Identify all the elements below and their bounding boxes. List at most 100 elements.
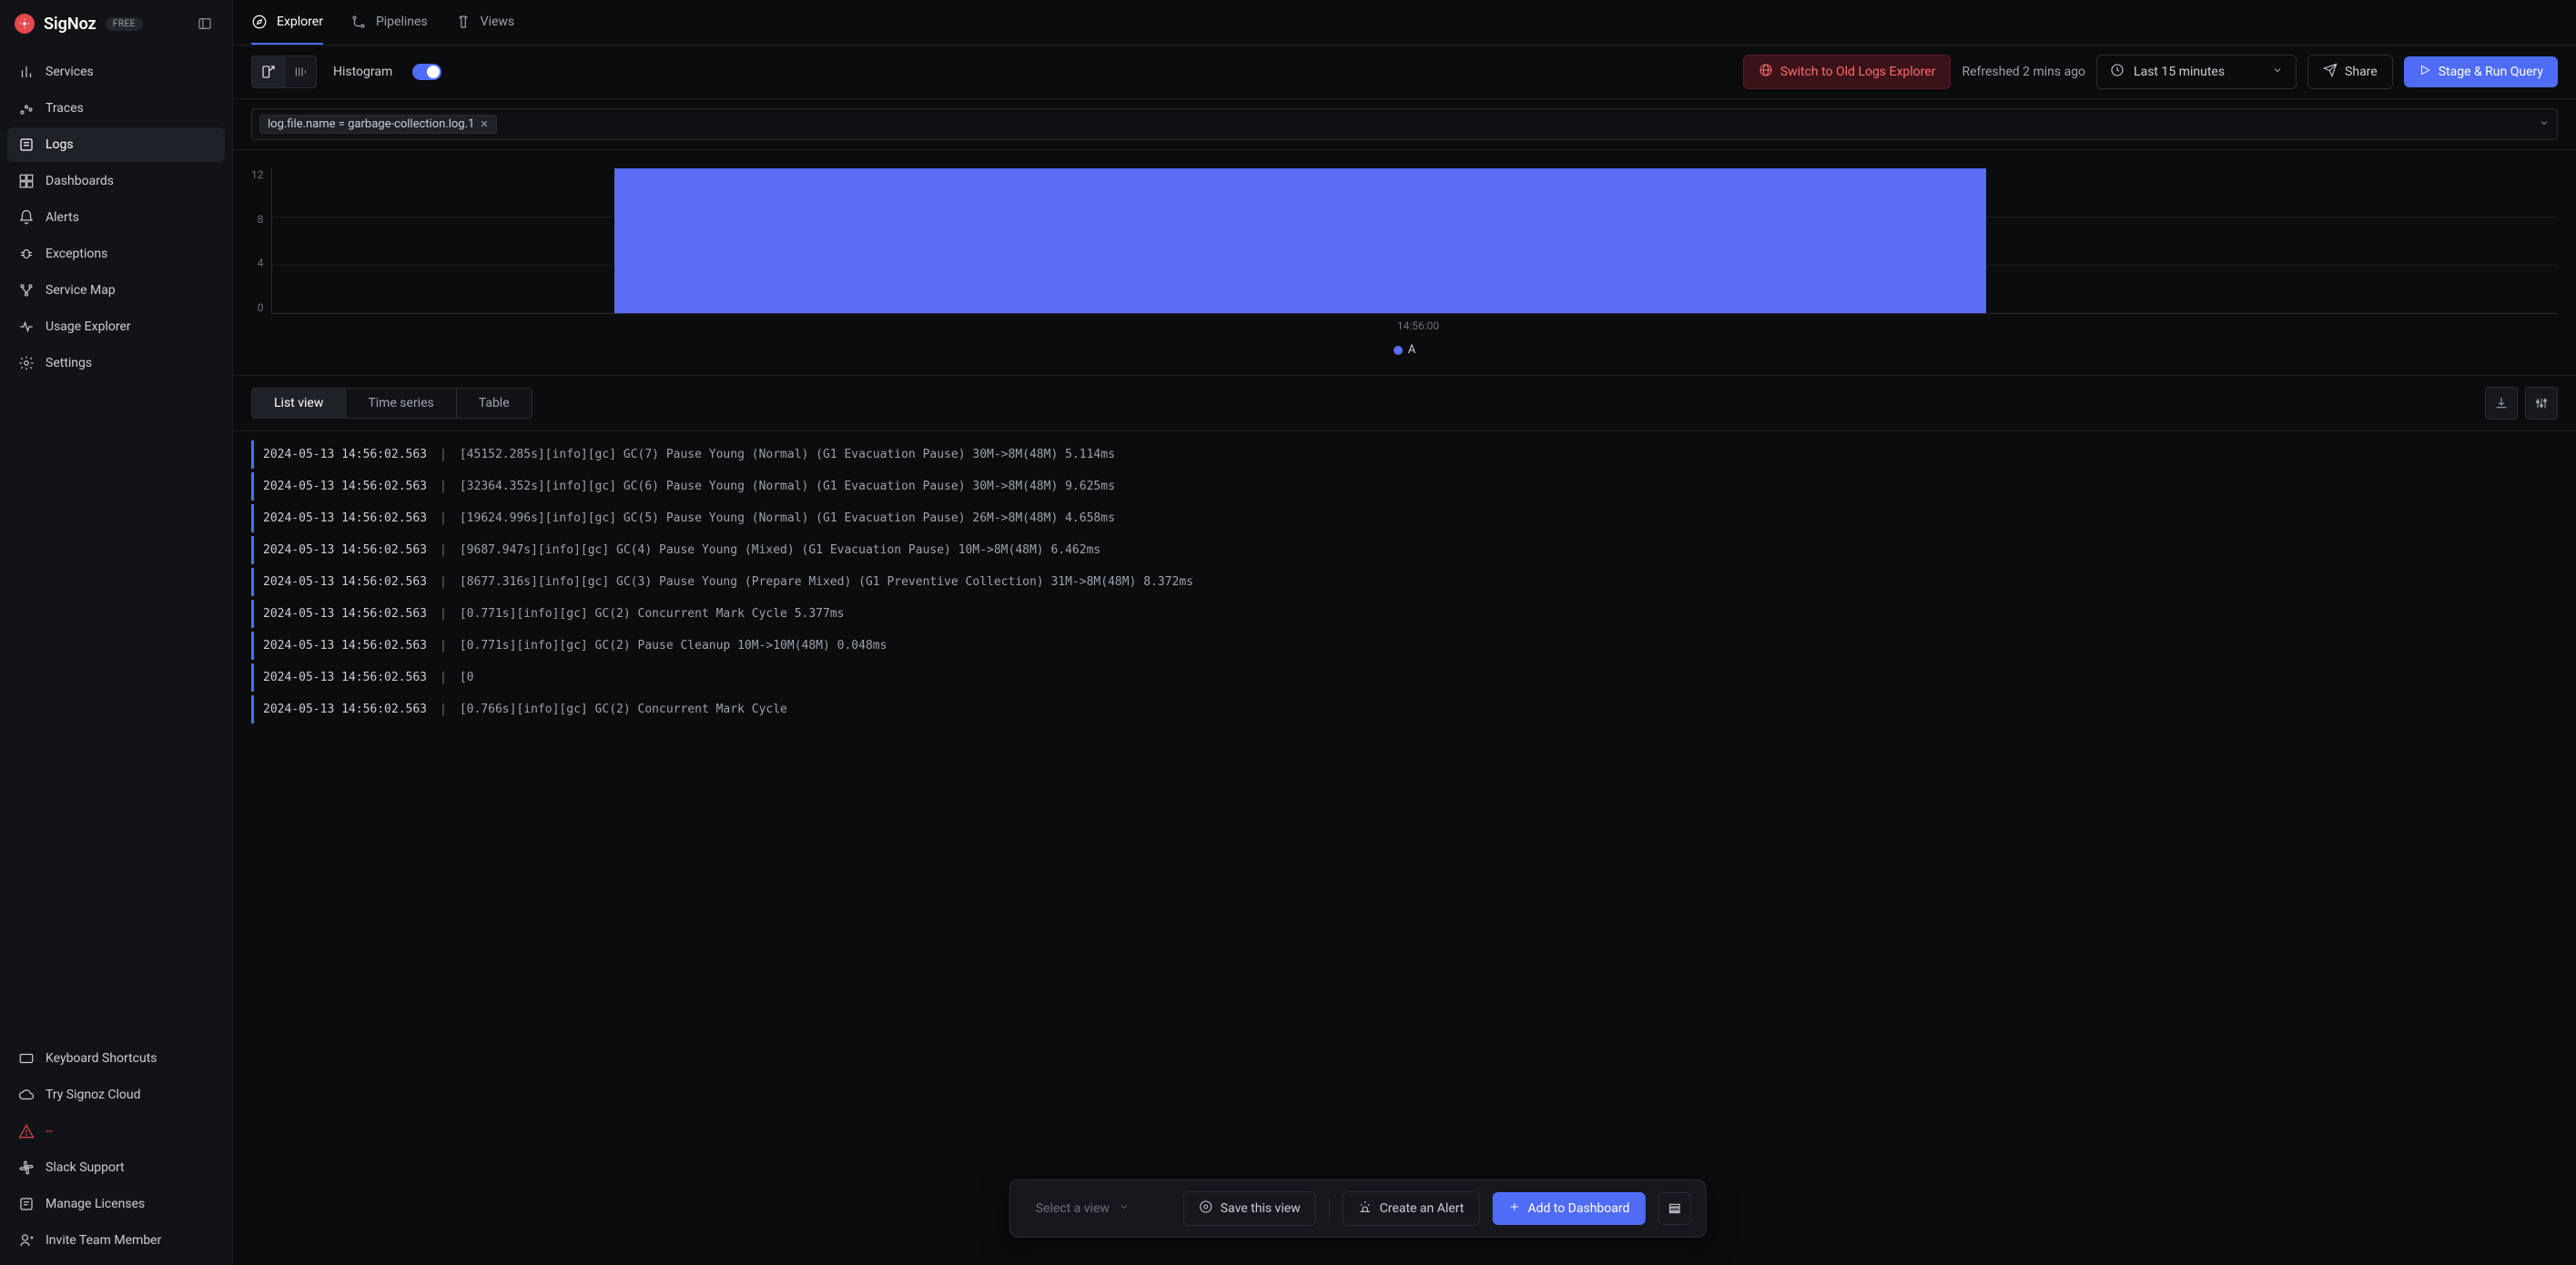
switch-old-explorer-button[interactable]: Switch to Old Logs Explorer: [1743, 55, 1952, 89]
sidebar-item-label: Manage Licenses: [46, 1197, 145, 1211]
sidebar-item-try-cloud[interactable]: Try Signoz Cloud: [7, 1078, 225, 1112]
sidebar-item-invite-team[interactable]: Invite Team Member: [7, 1223, 225, 1258]
time-range-picker[interactable]: Last 15 minutes: [2096, 55, 2297, 89]
tab-explorer[interactable]: Explorer: [251, 0, 323, 45]
sidebar-item-keyboard-shortcuts[interactable]: Keyboard Shortcuts: [7, 1041, 225, 1076]
log-body: [0.766s][info][gc] GC(2) Concurrent Mark…: [460, 703, 787, 716]
sidebar-item-slack-support[interactable]: Slack Support: [7, 1150, 225, 1185]
alert-icon: [1358, 1199, 1373, 1218]
log-row[interactable]: 2024-05-13 14:56:02.563|[45152.285s][inf…: [251, 440, 2558, 469]
tower-icon: [455, 14, 472, 30]
query-builder-button[interactable]: [251, 56, 284, 88]
log-row[interactable]: 2024-05-13 14:56:02.563|[32364.352s][inf…: [251, 472, 2558, 501]
log-row[interactable]: 2024-05-13 14:56:02.563|[8677.316s][info…: [251, 568, 2558, 596]
chart-bar[interactable]: [614, 168, 1986, 313]
log-body: [8677.316s][info][gc] GC(3) Pause Young …: [460, 575, 1193, 589]
log-list[interactable]: 2024-05-13 14:56:02.563 | [45152.285s][inf…: [233, 431, 2576, 1265]
download-button[interactable]: [2485, 387, 2518, 420]
log-row[interactable]: 2024-05-13 14:56:02.563|[9687.947s][info…: [251, 536, 2558, 564]
log-body: [0: [460, 671, 474, 684]
log-separator: |: [440, 703, 447, 716]
sidebar-item-label: Keyboard Shortcuts: [46, 1051, 157, 1066]
sidebar-item-logs[interactable]: Logs: [7, 127, 225, 162]
sidebar-collapse-button[interactable]: [192, 11, 218, 36]
sidebar-item-services[interactable]: Services: [7, 55, 225, 89]
histogram-chart: 12 8 4 0 14:56:00 A: [233, 150, 2576, 376]
log-row[interactable]: 2024-05-13 14:56:02.563 | [0.766s][info][g…: [251, 695, 2558, 724]
toolbar: Histogram Switch to Old Logs Explorer Re…: [233, 46, 2576, 99]
log-timestamp: 2024-05-13 14:56:02.563: [263, 671, 427, 684]
view-select-placeholder: Select a view: [1036, 1201, 1110, 1216]
log-row[interactable]: 2024-05-13 14:56:02.563|[0.771s][info][g…: [251, 632, 2558, 660]
sidebar-item-label: Invite Team Member: [46, 1233, 161, 1248]
sidebar-item-label: Services: [46, 65, 94, 79]
filter-row: log.file.name = garbage-collection.log.1…: [233, 99, 2576, 150]
clock-icon: [2110, 63, 2125, 81]
clickhouse-button[interactable]: [284, 56, 317, 88]
tab-pipelines[interactable]: Pipelines: [350, 0, 428, 45]
chevron-down-icon: [1119, 1201, 1130, 1216]
create-alert-button[interactable]: Create an Alert: [1343, 1191, 1480, 1226]
columns-button[interactable]: [2525, 387, 2558, 420]
log-separator: |: [440, 671, 447, 684]
log-row[interactable]: 2024-05-13 14:56:02.563 | [0: [251, 663, 2558, 692]
log-body: [45152.285s][info][gc] GC(7) Pause Young…: [460, 448, 1115, 461]
chart-legend: A: [251, 343, 2558, 357]
save-view-button[interactable]: Save this view: [1183, 1191, 1316, 1226]
globe-icon: [1759, 63, 1773, 81]
log-separator: |: [440, 607, 447, 621]
sidebar-item-label: Traces: [46, 101, 84, 116]
view-mode-segmented: List view Time series Table: [251, 388, 532, 419]
add-to-dashboard-button[interactable]: Add to Dashboard: [1492, 1192, 1645, 1225]
filter-input[interactable]: log.file.name = garbage-collection.log.1…: [251, 108, 2558, 140]
log-timestamp: 2024-05-13 14:56:02.563: [263, 480, 427, 493]
sidebar-item-alerts[interactable]: Alerts: [7, 200, 225, 235]
format-options-button[interactable]: [1658, 1192, 1690, 1225]
sidebar-item-dashboards[interactable]: Dashboards: [7, 164, 225, 198]
sidebar-item-label: --: [46, 1124, 53, 1138]
sidebar-item-traces[interactable]: Traces: [7, 91, 225, 126]
view-mode-table[interactable]: Table: [457, 389, 532, 418]
log-body: [19624.996s][info][gc] GC(5) Pause Young…: [460, 511, 1115, 525]
run-query-label: Stage & Run Query: [2439, 65, 2543, 79]
sidebar-item-service-map[interactable]: Service Map: [7, 273, 225, 308]
log-body: [9687.947s][info][gc] GC(4) Pause Young …: [460, 543, 1100, 557]
visualization-label: Histogram: [333, 65, 392, 79]
sidebar-item-warning[interactable]: --: [7, 1114, 225, 1149]
view-mode-timeseries[interactable]: Time series: [346, 389, 456, 418]
chart-x-axis-label: 14:56:00: [279, 319, 2558, 332]
log-row[interactable]: 2024-05-13 14:56:02.563 | [0.771s][info][g…: [251, 600, 2558, 628]
bug-icon: [18, 246, 35, 262]
view-mode-list[interactable]: List view: [252, 389, 346, 418]
y-tick: 12: [251, 168, 264, 181]
chevron-down-icon[interactable]: [2539, 117, 2550, 132]
chart-plot-area[interactable]: [271, 168, 2559, 314]
sidebar-item-usage-explorer[interactable]: Usage Explorer: [7, 309, 225, 344]
sidebar-bottom-nav: Keyboard Shortcuts Try Signoz Cloud -- S…: [0, 1034, 232, 1265]
filter-chip-text: log.file.name = garbage-collection.log.1: [268, 117, 474, 131]
sidebar-item-label: Settings: [46, 356, 92, 370]
histogram-toggle[interactable]: [412, 64, 441, 80]
run-query-button[interactable]: Stage & Run Query: [2404, 56, 2558, 87]
log-body: [32364.352s][info][gc] GC(6) Pause Young…: [460, 480, 1115, 493]
switch-label: Switch to Old Logs Explorer: [1780, 65, 1936, 79]
tab-views[interactable]: Views: [455, 0, 515, 45]
sidebar-item-settings[interactable]: Settings: [7, 346, 225, 380]
log-timestamp: 2024-05-13 14:56:02.563: [263, 703, 427, 716]
log-row[interactable]: 2024-05-13 14:56:02.563|[19624.996s][inf…: [251, 504, 2558, 532]
share-button[interactable]: Share: [2307, 55, 2393, 89]
sidebar-header: SigNoz FREE: [0, 0, 232, 47]
keyboard-icon: [18, 1050, 35, 1067]
log-body: [0.771s][info][gc] GC(2) Concurrent Mark…: [460, 607, 845, 621]
sidebar-item-exceptions[interactable]: Exceptions: [7, 237, 225, 271]
compass-icon: [251, 14, 268, 30]
log-timestamp: 2024-05-13 14:56:02.563: [263, 607, 427, 621]
log-timestamp: 2024-05-13 14:56:02.563: [263, 543, 427, 557]
pipeline-icon: [350, 14, 367, 30]
share-label: Share: [2345, 65, 2378, 79]
sidebar-nav: Services Traces Logs Dashboards Alerts E…: [0, 47, 232, 388]
sidebar-item-manage-licenses[interactable]: Manage Licenses: [7, 1187, 225, 1221]
close-icon[interactable]: ✕: [480, 118, 488, 130]
create-alert-label: Create an Alert: [1380, 1201, 1465, 1216]
view-select[interactable]: Select a view: [1025, 1196, 1171, 1221]
